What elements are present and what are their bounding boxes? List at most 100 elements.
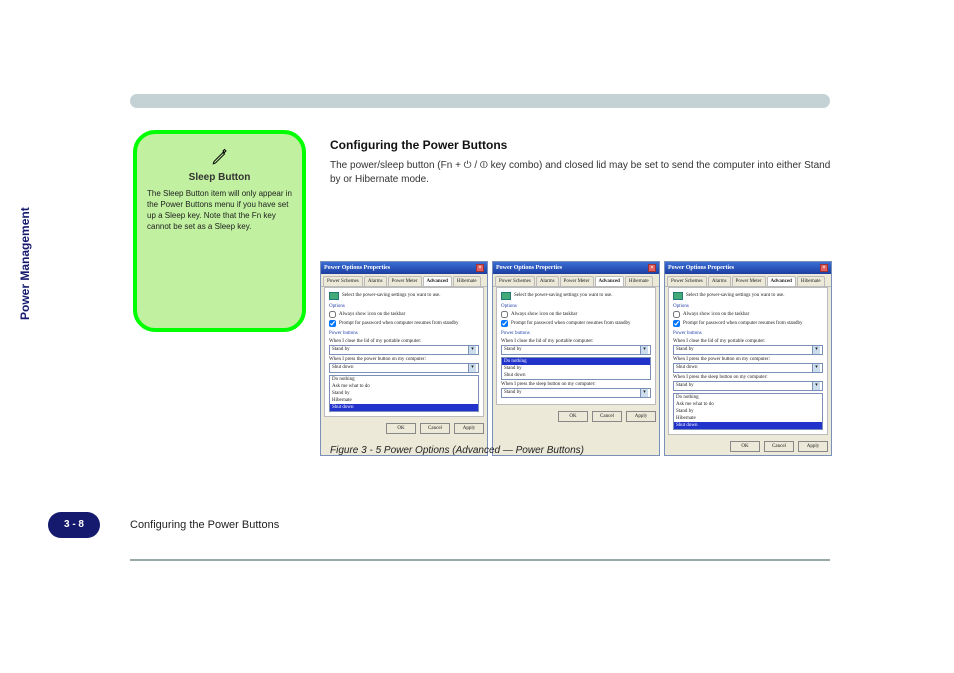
dialog-titlebar[interactable]: Power Options Properties × [493,262,659,274]
close-icon[interactable]: × [820,264,828,272]
tab-hibernate[interactable]: Hibernate [625,276,653,286]
dialog-row: Power Options Properties × Power Schemes… [320,261,832,456]
options-group: Options [673,303,823,310]
tab-advanced[interactable]: Advanced [595,276,624,286]
power-options-dialog-1: Power Options Properties × Power Schemes… [320,261,488,456]
apply-button[interactable]: Apply [454,423,484,434]
slp-dropdown-list[interactable]: Do nothing Ask me what to do Stand by Hi… [673,393,823,430]
tab-hibernate[interactable]: Hibernate [453,276,481,286]
dialog-titlebar[interactable]: Power Options Properties × [321,262,487,274]
page-paragraph: The power/sleep button (Fn + ⏻ / ⏼ key c… [330,159,840,187]
options-group: Options [501,303,651,310]
power-buttons-group: Power buttons [501,330,651,337]
dialog-desc: Select the power-saving settings you wan… [514,293,613,299]
close-icon[interactable]: × [648,264,656,272]
list-item[interactable]: Do nothing [502,358,650,365]
chevron-down-icon: ▾ [640,389,648,397]
list-item[interactable]: Stand by [502,365,650,372]
lid-select[interactable]: Stand by▾ [329,345,479,355]
page-title: Configuring the Power Buttons [330,138,840,153]
dialog-tabs: Power Schemes Alarms Power Meter Advance… [493,274,659,287]
chk2-label: Prompt for password when computer resume… [339,321,459,327]
tab-alarms[interactable]: Alarms [708,276,731,286]
lid-dropdown-list[interactable]: Do nothing Stand by Shut down [501,357,651,380]
figure-caption: Figure 3 - 5 Power Options (Advanced — P… [330,444,584,457]
ok-button[interactable]: OK [386,423,416,434]
dialog-tabs: Power Schemes Alarms Power Meter Advance… [321,274,487,287]
pen-icon [211,148,229,166]
list-item[interactable]: Shut down [330,404,478,411]
battery-icon [673,292,683,300]
dialog-titlebar[interactable]: Power Options Properties × [665,262,831,274]
list-item[interactable]: Ask me what to do [674,401,822,408]
tab-power-schemes[interactable]: Power Schemes [495,276,535,286]
tab-power-meter[interactable]: Power Meter [388,276,422,286]
side-chapter-label: Power Management [18,200,36,440]
battery-icon [329,292,339,300]
dialog-title: Power Options Properties [668,265,734,271]
page-badge: 3 - 8 [48,512,100,538]
list-item[interactable]: Hibernate [674,415,822,422]
chapter-label: Configuring the Power Buttons [130,519,279,531]
dialog-title: Power Options Properties [496,265,562,271]
tab-advanced[interactable]: Advanced [423,276,452,286]
tab-power-schemes[interactable]: Power Schemes [667,276,707,286]
cancel-button[interactable]: Cancel [420,423,450,434]
always-show-icon-checkbox[interactable] [329,311,336,318]
chevron-down-icon: ▾ [812,346,820,354]
apply-button[interactable]: Apply [626,411,656,422]
dialog-tabs: Power Schemes Alarms Power Meter Advance… [665,274,831,287]
list-item[interactable]: Stand by [674,408,822,415]
list-item[interactable]: Do nothing [674,394,822,401]
footer-rule [130,559,830,561]
section-banner [130,94,830,108]
tab-power-schemes[interactable]: Power Schemes [323,276,363,286]
always-show-icon-checkbox[interactable] [673,311,680,318]
dialog-title: Power Options Properties [324,265,390,271]
close-icon[interactable]: × [476,264,484,272]
list-item[interactable]: Shut down [502,372,650,379]
dialog-desc: Select the power-saving settings you wan… [342,293,441,299]
list-item[interactable]: Do nothing [330,376,478,383]
chk1-label: Always show icon on the taskbar [683,312,749,318]
chevron-down-icon: ▾ [812,364,820,372]
prompt-password-checkbox[interactable] [501,320,508,327]
chk1-label: Always show icon on the taskbar [339,312,405,318]
list-item[interactable]: Ask me what to do [330,383,478,390]
slp-select[interactable]: Stand by▾ [501,388,651,398]
list-item[interactable]: Stand by [330,390,478,397]
tab-power-meter[interactable]: Power Meter [560,276,594,286]
callout-body: The Sleep Button item will only appear i… [147,188,292,232]
tab-alarms[interactable]: Alarms [364,276,387,286]
chevron-down-icon: ▾ [468,364,476,372]
list-item[interactable]: Hibernate [330,397,478,404]
cancel-button[interactable]: Cancel [764,441,794,452]
sleep-button-note: Sleep Button The Sleep Button item will … [133,130,306,332]
ok-button[interactable]: OK [558,411,588,422]
chevron-down-icon: ▾ [468,346,476,354]
apply-button[interactable]: Apply [798,441,828,452]
tab-alarms[interactable]: Alarms [536,276,559,286]
lid-select[interactable]: Stand by▾ [673,345,823,355]
chk2-label: Prompt for password when computer resume… [511,321,631,327]
chk2-label: Prompt for password when computer resume… [683,321,803,327]
pwr-select[interactable]: Shut down▾ [329,363,479,373]
tab-advanced[interactable]: Advanced [767,276,796,286]
slp-select[interactable]: Stand by▾ [673,381,823,391]
power-options-dialog-3: Power Options Properties × Power Schemes… [664,261,832,456]
ok-button[interactable]: OK [730,441,760,452]
pwr-dropdown-list[interactable]: Do nothing Ask me what to do Stand by Hi… [329,375,479,412]
prompt-password-checkbox[interactable] [673,320,680,327]
pwr-select[interactable]: Shut down▾ [673,363,823,373]
list-item[interactable]: Shut down [674,422,822,429]
always-show-icon-checkbox[interactable] [501,311,508,318]
prompt-password-checkbox[interactable] [329,320,336,327]
lid-select[interactable]: Stand by▾ [501,345,651,355]
tab-power-meter[interactable]: Power Meter [732,276,766,286]
chevron-down-icon: ▾ [812,382,820,390]
cancel-button[interactable]: Cancel [592,411,622,422]
tab-hibernate[interactable]: Hibernate [797,276,825,286]
power-buttons-group: Power buttons [673,330,823,337]
main-copy: Configuring the Power Buttons The power/… [330,138,840,187]
chevron-down-icon: ▾ [640,346,648,354]
